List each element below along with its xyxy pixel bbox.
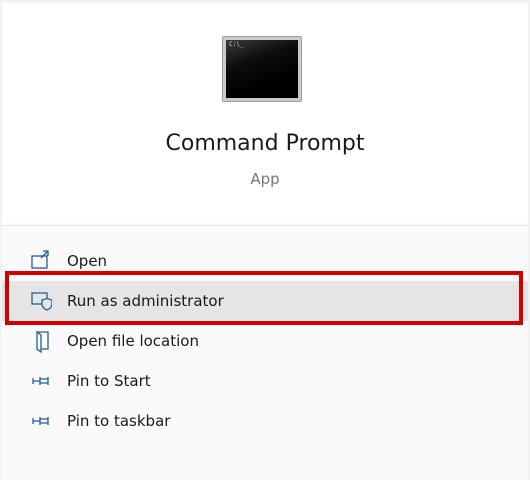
menu-item-run-as-administrator[interactable]: Run as administrator bbox=[2, 281, 528, 321]
menu-item-open[interactable]: Open bbox=[2, 241, 528, 281]
folder-location-icon bbox=[28, 329, 52, 354]
menu-item-label: Pin to taskbar bbox=[67, 412, 171, 430]
command-prompt-icon-text: C:\_ bbox=[229, 41, 244, 48]
app-header: C:\_ Command Prompt App bbox=[2, 3, 528, 223]
menu-item-label: Open bbox=[67, 252, 108, 270]
menu-item-label: Pin to Start bbox=[67, 372, 151, 390]
command-prompt-icon: C:\_ bbox=[222, 36, 302, 102]
divider bbox=[2, 225, 528, 226]
shield-icon bbox=[28, 289, 53, 313]
open-window-icon bbox=[28, 249, 52, 273]
command-prompt-icon-screen: C:\_ bbox=[226, 40, 298, 98]
menu-item-label: Open file location bbox=[67, 332, 199, 350]
menu-item-pin-to-start[interactable]: Pin to Start bbox=[2, 361, 528, 401]
pin-icon bbox=[28, 409, 52, 433]
menu-item-label: Run as administrator bbox=[67, 292, 224, 310]
context-menu: Open Run as administrator Open file loca… bbox=[2, 241, 528, 441]
jump-list-panel: C:\_ Command Prompt App Open Run as admi… bbox=[2, 3, 528, 480]
app-title: Command Prompt bbox=[165, 131, 365, 156]
menu-item-open-file-location[interactable]: Open file location bbox=[2, 321, 528, 361]
pin-icon bbox=[28, 369, 52, 393]
app-type: App bbox=[250, 170, 280, 188]
menu-item-pin-to-taskbar[interactable]: Pin to taskbar bbox=[2, 401, 528, 441]
